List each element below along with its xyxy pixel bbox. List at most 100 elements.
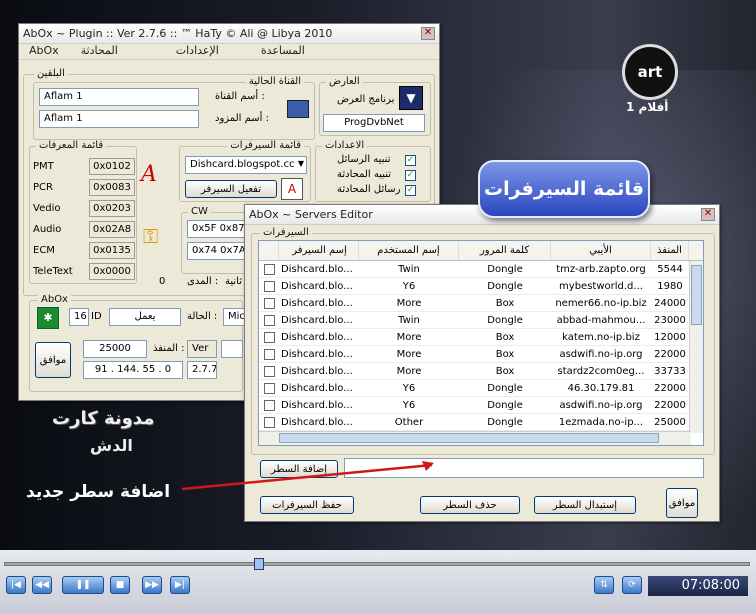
vertical-scrollbar[interactable] <box>689 261 703 433</box>
save-servers-button[interactable]: حفظ السيرفرات <box>260 496 354 514</box>
editor-ok-button[interactable]: موافق <box>666 488 698 518</box>
table-row[interactable]: Dishcard.blo... More Box katem.no-ip.biz 120… <box>259 329 703 346</box>
id-label: ID <box>91 311 102 322</box>
header-password[interactable]: كلمة المرور <box>459 241 551 260</box>
header-ip[interactable]: الأيبي <box>551 241 651 260</box>
cell-ip: asdwifi.no-ip.org <box>559 399 643 411</box>
viewer-program-label: برنامج العرض <box>337 94 395 105</box>
servers-list-callout: قائمة السيرفرات <box>478 160 650 218</box>
port-field: 25000 <box>83 340 147 358</box>
channel-name: أفلام 1 <box>626 100 669 114</box>
row-checkbox-cell <box>259 399 279 411</box>
row-checkbox[interactable] <box>263 297 275 309</box>
header-server-name[interactable]: إسم السيرفر <box>279 241 359 260</box>
cell-password: Dongle <box>487 382 523 394</box>
seek-thumb[interactable] <box>254 558 264 570</box>
blog-caption: مدونة كارت <box>52 408 155 429</box>
rewind-icon[interactable]: ◀◀ <box>32 576 52 594</box>
setting-chat-alert-checkbox[interactable]: ✓ <box>405 170 416 181</box>
stop-icon[interactable]: ■ <box>110 576 130 594</box>
table-row[interactable]: Dishcard.blo... Twin Dongle tmz-arb.zapto.o… <box>259 261 703 278</box>
table-header: إسم السيرفر إسم المستخدم كلمة المرور الأ… <box>259 241 703 261</box>
table-row[interactable]: Dishcard.blo... More Box asdwifi.no-ip.org 2… <box>259 346 703 363</box>
setting-msg-alert-checkbox[interactable]: ✓ <box>405 155 416 166</box>
row-checkbox[interactable] <box>263 399 275 411</box>
cell-port: 25000 <box>654 416 686 428</box>
cell-password: Box <box>495 348 515 360</box>
row-checkbox[interactable] <box>263 365 275 377</box>
table-row[interactable]: Dishcard.blo... More Box stardz2com0eg... 33… <box>259 363 703 380</box>
cell-username: More <box>396 297 422 309</box>
cell-ip: mybestworld.d... <box>559 280 643 292</box>
cell-port: 1980 <box>657 280 683 292</box>
channel-name-field[interactable]: Aflam 1 <box>39 88 199 106</box>
menu-help[interactable]: المساعدة <box>261 44 305 59</box>
cell-server-name: Dishcard.blo... <box>281 399 353 411</box>
cell-server-name: Dishcard.blo... <box>281 263 353 275</box>
table-row[interactable]: Dishcard.blo... Y6 Dongle mybestworld.d... 1… <box>259 278 703 295</box>
cell-ip: stardz2com0eg... <box>557 365 645 377</box>
cell-username: Other <box>394 416 424 428</box>
row-checkbox[interactable] <box>263 416 275 428</box>
menu-abox[interactable]: AbOx <box>29 44 59 59</box>
cell-server-name: Dishcard.blo... <box>281 365 353 377</box>
header-port[interactable]: المنفذ <box>651 241 689 260</box>
horizontal-scrollbar[interactable] <box>259 431 691 445</box>
setting-chat-msgs-label: رسائل المحادثة <box>337 184 401 195</box>
table-row[interactable]: Dishcard.blo... Y6 Dongle 46.30.179.81 22000 <box>259 380 703 397</box>
cell-server-name: Dishcard.blo... <box>281 280 353 292</box>
row-checkbox[interactable] <box>263 331 275 343</box>
row-checkbox[interactable] <box>263 382 275 394</box>
ip-field: 91 . 144. 55 . 0 <box>83 361 183 379</box>
horizontal-scroll-thumb[interactable] <box>279 433 659 443</box>
skip-back-icon[interactable]: |◀ <box>6 576 26 594</box>
activate-server-button[interactable]: تفعيل السيرفر <box>185 180 277 198</box>
provider-name-field[interactable]: Aflam 1 <box>39 110 199 128</box>
header-username[interactable]: إسم المستخدم <box>359 241 459 260</box>
menu-chat[interactable]: المحادثة <box>81 44 118 59</box>
row-checkbox[interactable] <box>263 348 275 360</box>
row-checkbox[interactable] <box>263 280 275 292</box>
editor-title: AbOx ~ Servers Editor <box>249 208 373 221</box>
key-icon: ⚿ <box>143 224 159 248</box>
server-select[interactable]: Dishcard.blogspot.cc ▼ <box>185 156 307 174</box>
cell-port: 33733 <box>654 365 686 377</box>
updown-icon[interactable]: ⇅ <box>594 576 614 594</box>
row-checkbox-cell <box>259 280 279 292</box>
row-checkbox-cell <box>259 348 279 360</box>
row-checkbox[interactable] <box>263 263 275 275</box>
menu-settings[interactable]: الإعدادات <box>176 44 219 59</box>
menu-bar: AbOx المحادثة الإعدادات المساعدة <box>19 44 439 60</box>
cell-server-name: Dishcard.blo... <box>281 416 353 428</box>
table-row[interactable]: Dishcard.blo... Twin Dongle abbad-mahmou...… <box>259 312 703 329</box>
cell-password: Box <box>495 297 515 309</box>
cell-username: Y6 <box>402 399 416 411</box>
cell-password: Dongle <box>487 280 523 292</box>
settings-group-title: الاعدادات <box>322 140 368 151</box>
close-icon[interactable]: ✕ <box>421 27 435 40</box>
header-check-col <box>259 241 279 260</box>
blog-caption-2: الدش <box>90 436 133 455</box>
id-value-audio: 0x02A8 <box>89 221 135 238</box>
table-row[interactable]: Dishcard.blo... Y6 Dongle asdwifi.no-ip.org… <box>259 397 703 414</box>
main-ok-button[interactable]: موافق <box>35 342 71 378</box>
cell-username: More <box>396 348 422 360</box>
table-row[interactable]: Dishcard.blo... Other Dongle 1ezmada.no-ip.… <box>259 414 703 431</box>
fast-forward-icon[interactable]: ▶▶ <box>142 576 162 594</box>
refresh-icon[interactable]: ⟳ <box>622 576 642 594</box>
row-checkbox[interactable] <box>263 314 275 326</box>
seek-bar[interactable] <box>4 562 750 566</box>
replace-row-button[interactable]: إستبدال السطر <box>534 496 636 514</box>
table-body: Dishcard.blo... Twin Dongle tmz-arb.zapto.o… <box>259 261 703 431</box>
skip-forward-icon[interactable]: ▶| <box>170 576 190 594</box>
provider-name-label: أسم المزود : <box>215 113 269 124</box>
time-display: 07:08:00 <box>648 576 748 596</box>
editor-close-icon[interactable]: ✕ <box>701 208 715 221</box>
table-row[interactable]: Dishcard.blo... More Box nemer66.no-ip.biz 2… <box>259 295 703 312</box>
chevron-down-icon[interactable]: ▼ <box>298 159 304 168</box>
vertical-scroll-thumb[interactable] <box>691 265 702 325</box>
setting-chat-msgs-checkbox[interactable]: ✓ <box>405 185 416 196</box>
viewer-field[interactable]: ProgDvbNet <box>323 114 425 132</box>
delete-row-button[interactable]: حذف السطر <box>420 496 520 514</box>
pause-icon[interactable]: ❚❚ <box>62 576 104 594</box>
